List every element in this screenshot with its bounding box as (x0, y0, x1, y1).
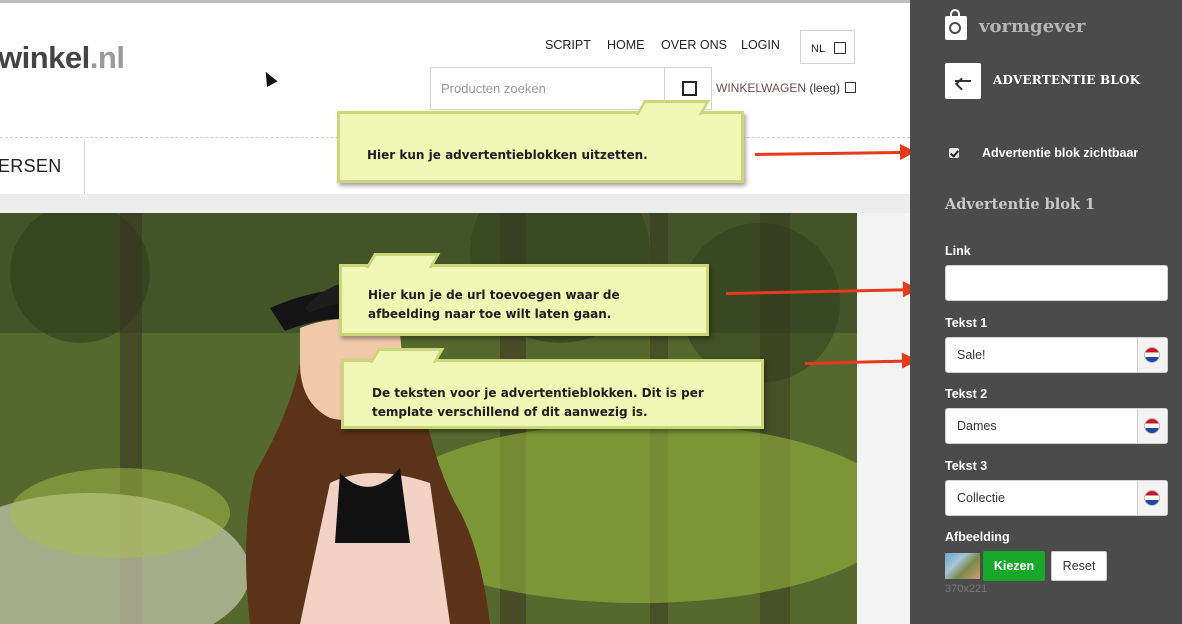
dutch-flag-icon (1145, 419, 1159, 433)
language-square-icon (834, 42, 846, 54)
language-label: NL (811, 43, 826, 55)
image-size-hint: 370x221 (945, 583, 988, 595)
visible-checkbox-label[interactable]: Advertentie blok zichtbaar (982, 146, 1138, 160)
content-gap (0, 194, 910, 213)
note-text: De teksten voor je advertentieblokken. D… (372, 386, 704, 419)
section-title: ADVERTENTIE BLOK (993, 73, 1141, 87)
hero-side-margin (857, 213, 910, 624)
image-label: Afbeelding (945, 530, 1010, 544)
image-thumbnail[interactable] (945, 553, 980, 579)
cart-label: WINKELWAGEN (716, 81, 807, 95)
logo-main-text: winkel (0, 40, 90, 75)
shopping-bag-power-icon (945, 9, 967, 40)
brand-name: vormgever (979, 16, 1086, 37)
tekst3-input[interactable] (946, 481, 1138, 515)
tekst1-label: Tekst 1 (945, 316, 988, 330)
brand: vormgever (945, 9, 1145, 46)
search-square-icon (682, 81, 697, 96)
tekst3-label: Tekst 3 (945, 459, 988, 473)
nav-script[interactable]: SCRIPT (545, 38, 591, 52)
link-input[interactable] (946, 266, 1167, 300)
note-fold-tab (369, 348, 445, 363)
note-texts: De teksten voor je advertentieblokken. D… (341, 348, 764, 429)
tekst2-label: Tekst 2 (945, 387, 988, 401)
tekst2-field (945, 408, 1168, 444)
tekst1-language-button[interactable] (1137, 338, 1167, 372)
mouse-cursor-icon (260, 69, 278, 87)
note-fold-tab (365, 253, 441, 268)
block-title: Advertentie blok 1 (945, 196, 1096, 213)
choose-image-button[interactable]: Kiezen (983, 551, 1045, 581)
cart-square-icon (845, 82, 857, 93)
tekst3-language-button[interactable] (1137, 481, 1167, 515)
dutch-flag-icon (1145, 491, 1159, 505)
tekst3-field (945, 480, 1168, 516)
note-text: Hier kun je advertentieblokken uitzetten… (367, 148, 648, 162)
tekst1-input[interactable] (946, 338, 1138, 372)
arrow-to-checkbox (754, 150, 914, 156)
tekst1-field (945, 337, 1168, 373)
back-button[interactable] (945, 63, 981, 99)
search-input[interactable] (431, 68, 663, 109)
nav-login[interactable]: LOGIN (741, 38, 780, 52)
logo-tld-text: .nl (89, 40, 125, 75)
note-link-url: Hier kun je de url toevoegen waar de afb… (339, 253, 709, 336)
language-selector[interactable]: NL (800, 30, 855, 64)
dutch-flag-icon (1145, 348, 1159, 362)
tekst2-language-button[interactable] (1137, 409, 1167, 443)
window-top-border (0, 0, 910, 3)
link-field (945, 265, 1168, 301)
tekst2-input[interactable] (946, 409, 1138, 443)
menu-divider (84, 140, 85, 194)
note-text: Hier kun je de url toevoegen waar de afb… (368, 288, 620, 321)
nav-over-ons[interactable]: OVER ONS (661, 38, 727, 52)
link-label: Link (945, 244, 971, 258)
shop-logo[interactable]: winkel.nl (0, 40, 125, 76)
note-fold-tab (635, 100, 711, 115)
cart-state: (leeg) (809, 81, 841, 95)
nav-home[interactable]: HOME (607, 38, 645, 52)
visible-checkbox[interactable] (949, 148, 959, 158)
menu-item-partial[interactable]: ERSEN (0, 156, 62, 177)
reset-image-button[interactable]: Reset (1051, 551, 1107, 581)
note-toggle-blocks: Hier kun je advertentieblokken uitzetten… (337, 100, 744, 183)
cart-link[interactable]: WINKELWAGEN (leeg) (716, 81, 857, 95)
